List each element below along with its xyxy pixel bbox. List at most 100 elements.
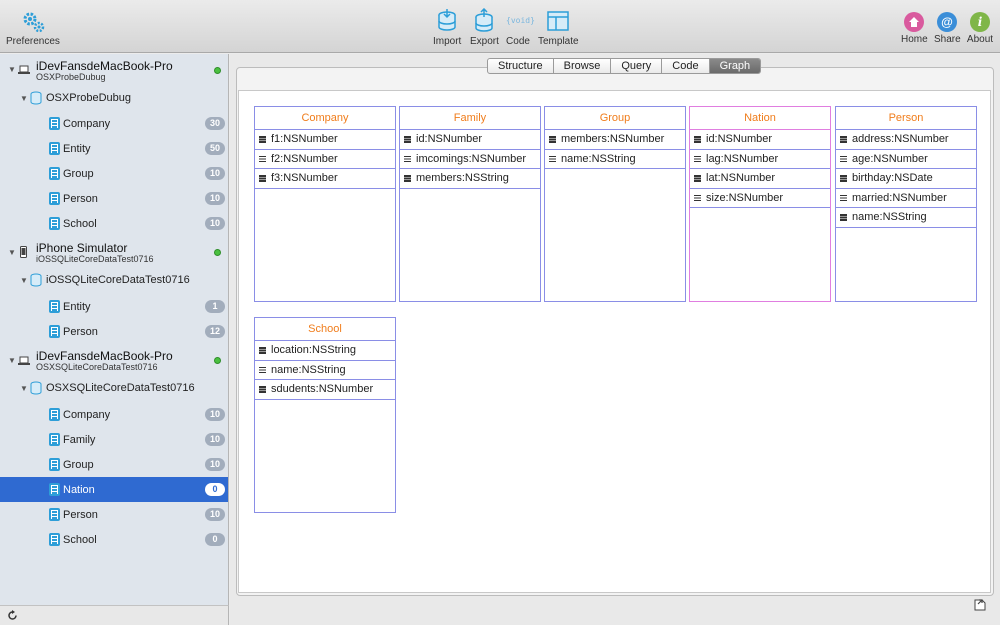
home-button[interactable]: Home <box>901 8 928 45</box>
entity-icon <box>49 117 60 130</box>
sidebar-item-nation[interactable]: Nation 0 <box>0 477 228 502</box>
about-label: About <box>966 34 994 45</box>
entity-box-group[interactable]: Group members:NSNumber name:NSString <box>544 106 686 302</box>
attribute-row: f3:NSNumber <box>255 169 395 189</box>
home-label: Home <box>901 34 928 45</box>
import-label: Import <box>433 36 462 47</box>
attribute-row: name:NSString <box>836 208 976 228</box>
entity-label: Person <box>63 509 98 521</box>
refresh-icon[interactable] <box>7 610 18 621</box>
database-import-icon <box>438 9 456 31</box>
disclosure-triangle-icon[interactable]: ▼ <box>8 248 16 257</box>
device-row[interactable]: ▼ iDevFansdeMacBook-Pro OSXProbeDubug <box>0 55 228 85</box>
count-badge: 10 <box>204 192 225 205</box>
entity-box-person[interactable]: Person address:NSNumber age:NSNumber bir… <box>835 106 977 302</box>
database-row[interactable]: ▼ iOSSQLiteCoreDataTest0716 <box>0 268 228 293</box>
entity-title: Family <box>400 107 540 130</box>
device-name: iDevFansdeMacBook-Pro <box>36 59 173 73</box>
export-label: Export <box>470 36 499 47</box>
entity-box-nation[interactable]: Nation id:NSNumber lag:NSNumber lat:NSNu… <box>689 106 831 302</box>
entity-label: Entity <box>63 301 91 313</box>
sidebar-item-school[interactable]: School 10 <box>0 211 228 236</box>
entity-label: Person <box>63 326 98 338</box>
entity-title: Person <box>836 107 976 130</box>
attribute-row: age:NSNumber <box>836 150 976 169</box>
phone-icon <box>20 246 27 258</box>
sidebar-item-entity[interactable]: Entity 50 <box>0 136 228 161</box>
share-button[interactable]: @ Share <box>934 8 961 45</box>
entity-box-family[interactable]: Family id:NSNumber imcomings:NSNumber me… <box>399 106 541 302</box>
entity-icon <box>49 483 60 496</box>
entity-icon <box>49 300 60 313</box>
sidebar-item-person[interactable]: Person 12 <box>0 319 228 344</box>
template-label: Template <box>538 36 579 47</box>
count-badge: 0 <box>205 533 225 546</box>
disclosure-triangle-icon[interactable]: ▼ <box>8 356 16 365</box>
database-row[interactable]: ▼ OSXSQLiteCoreDataTest0716 <box>0 376 228 401</box>
sidebar-item-person[interactable]: Person 10 <box>0 502 228 527</box>
entity-box-company[interactable]: Company f1:NSNumber f2:NSNumber f3:NSNum… <box>254 106 396 302</box>
database-row[interactable]: ▼ OSXProbeDubug <box>0 86 228 111</box>
device-name: iPhone Simulator <box>36 241 128 255</box>
sidebar-item-school[interactable]: School 0 <box>0 527 228 552</box>
database-label: OSXSQLiteCoreDataTest0716 <box>46 382 195 394</box>
sidebar-item-group[interactable]: Group 10 <box>0 161 228 186</box>
entity-title: Group <box>545 107 685 130</box>
info-icon: i <box>970 12 990 32</box>
entity-title: Nation <box>690 107 830 130</box>
sidebar-item-company[interactable]: Company 30 <box>0 111 228 136</box>
disclosure-triangle-icon[interactable]: ▼ <box>20 384 28 393</box>
database-icon <box>30 91 42 105</box>
tab-browse[interactable]: Browse <box>554 59 612 73</box>
attribute-row: sdudents:NSNumber <box>255 380 395 400</box>
about-button[interactable]: i About <box>966 8 994 45</box>
template-button[interactable]: Template <box>538 8 579 47</box>
export-graph-icon[interactable] <box>972 596 988 612</box>
tab-code[interactable]: Code <box>662 59 710 73</box>
code-button[interactable]: {void} Code <box>506 8 535 47</box>
sidebar-item-company[interactable]: Company 10 <box>0 402 228 427</box>
entity-label: Family <box>63 434 96 446</box>
sidebar-footer <box>0 605 229 625</box>
code-label: Code <box>506 36 530 47</box>
sidebar-item-entity[interactable]: Entity 1 <box>0 294 228 319</box>
device-row[interactable]: ▼ iPhone Simulator iOSSQLiteCoreDataTest… <box>0 238 228 268</box>
view-tabs: Structure Browse Query Code Graph <box>487 58 762 74</box>
entity-icon <box>49 142 60 155</box>
disclosure-triangle-icon[interactable]: ▼ <box>8 65 16 74</box>
entity-label: Nation <box>63 484 95 496</box>
entity-label: School <box>63 218 97 230</box>
disclosure-triangle-icon[interactable]: ▼ <box>20 94 28 103</box>
sidebar-item-person[interactable]: Person 10 <box>0 186 228 211</box>
count-badge: 1 <box>205 300 225 313</box>
attribute-row: address:NSNumber <box>836 130 976 150</box>
entity-label: Entity <box>63 143 91 155</box>
device-row[interactable]: ▼ iDevFansdeMacBook-Pro OSXSQLiteCoreDat… <box>0 346 228 376</box>
database-icon <box>30 381 42 395</box>
entity-icon <box>49 167 60 180</box>
count-badge: 30 <box>204 117 225 130</box>
tab-structure[interactable]: Structure <box>488 59 554 73</box>
entity-box-school[interactable]: School location:NSString name:NSString s… <box>254 317 396 513</box>
attribute-row: size:NSNumber <box>690 189 830 208</box>
graph-canvas: Company f1:NSNumber f2:NSNumber f3:NSNum… <box>238 90 991 593</box>
tab-graph[interactable]: Graph <box>709 59 761 73</box>
preferences-button[interactable]: Preferences <box>6 8 60 47</box>
attribute-row: married:NSNumber <box>836 189 976 208</box>
disclosure-triangle-icon[interactable]: ▼ <box>20 276 28 285</box>
attribute-row: name:NSString <box>545 150 685 169</box>
entity-label: Company <box>63 409 111 421</box>
sidebar-item-group[interactable]: Group 10 <box>0 452 228 477</box>
attribute-row: name:NSString <box>255 361 395 380</box>
connected-status-icon <box>214 357 221 364</box>
import-button[interactable]: Import <box>433 8 461 47</box>
tab-query[interactable]: Query <box>611 59 663 73</box>
count-badge: 10 <box>204 508 225 521</box>
entity-label: Company <box>63 118 111 130</box>
attribute-row: imcomings:NSNumber <box>400 150 540 169</box>
export-button[interactable]: Export <box>470 8 499 47</box>
attribute-row: members:NSNumber <box>545 130 685 150</box>
sidebar-item-family[interactable]: Family 10 <box>0 427 228 452</box>
entity-icon <box>49 433 60 446</box>
entity-icon <box>49 192 60 205</box>
